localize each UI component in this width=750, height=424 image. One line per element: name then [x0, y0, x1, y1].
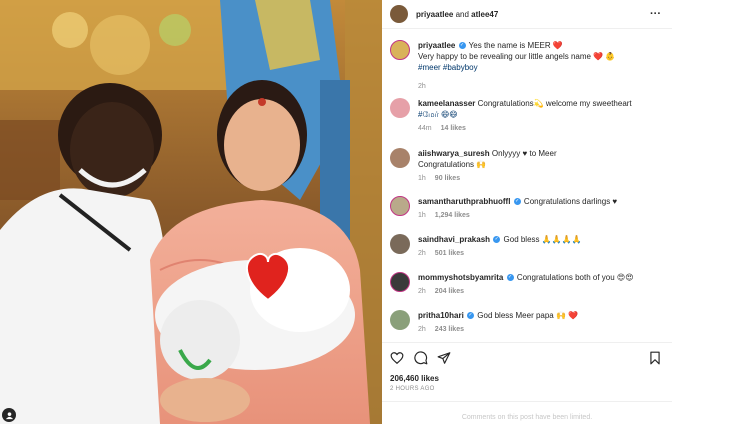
- comment-icon[interactable]: [414, 351, 428, 365]
- caption-username[interactable]: priyaatlee: [418, 41, 455, 50]
- like-count[interactable]: 206,460 likes: [390, 374, 439, 383]
- comment-text: God bless Meer papa 🙌 ❤️: [477, 311, 579, 320]
- comment-text: Congratulations darlings ♥: [523, 197, 618, 206]
- author-username[interactable]: priyaatlee: [416, 10, 453, 19]
- comment-time: 44m: [418, 125, 432, 132]
- verified-badge-icon: ✓: [467, 312, 475, 320]
- comment-likes[interactable]: 14 likes: [441, 125, 466, 132]
- caption-time: 2h: [418, 83, 426, 90]
- post-photo[interactable]: [0, 0, 382, 424]
- comment-item: mommyshotsbyamrita ✓ Congratulations bot…: [390, 272, 665, 297]
- comment-time: 1h: [418, 175, 426, 182]
- comment-likes[interactable]: 90 likes: [435, 175, 460, 182]
- verified-badge-icon: ✓: [458, 42, 466, 50]
- comment-username[interactable]: aiishwarya_suresh: [418, 149, 490, 158]
- comment-time: 2h: [418, 326, 426, 333]
- instagram-post-view: priyaatlee and atlee47 ··· priyaatlee ✓ …: [0, 0, 750, 424]
- post-details-panel: priyaatlee and atlee47 ··· priyaatlee ✓ …: [382, 0, 750, 424]
- comment-time: 2h: [418, 250, 426, 257]
- comment-item: aiishwarya_suresh Onlyyyy ♥ to Meer Cong…: [390, 148, 665, 184]
- caption-line2: Very happy to be revealing our little an…: [418, 52, 616, 61]
- heart-icon[interactable]: [390, 351, 404, 365]
- share-icon[interactable]: [437, 351, 451, 365]
- comment-text: Congratulations both of you 😍😍: [516, 273, 634, 282]
- post-header: priyaatlee and atlee47 ···: [382, 0, 672, 29]
- comment-text-extra: Congratulations 🙌: [418, 160, 487, 169]
- comment-text: Congratulations💫 welcome my sweetheart: [477, 99, 632, 108]
- comment-username[interactable]: mommyshotsbyamrita: [418, 273, 503, 282]
- coauthor-username[interactable]: atlee47: [471, 10, 498, 19]
- comment-text: God bless 🙏🙏🙏🙏: [503, 235, 582, 244]
- comment-time: 1h: [418, 212, 426, 219]
- authors-and: and: [453, 9, 472, 19]
- photo-illustration: [0, 0, 382, 424]
- comment-username[interactable]: kameelanasser: [418, 99, 475, 108]
- caption-hashtags[interactable]: #meer #babyboy: [418, 62, 665, 73]
- comment-likes[interactable]: 204 likes: [435, 288, 464, 295]
- comment-text: Onlyyyy ♥ to Meer: [491, 149, 557, 158]
- caption-line1: Yes the name is MEER ❤️: [468, 41, 563, 50]
- comment-item: samantharuthprabhuoffl ✓ Congratulations…: [390, 196, 665, 221]
- post-actions: [382, 342, 672, 372]
- comment-username[interactable]: samantharuthprabhuoffl: [418, 197, 510, 206]
- comment-time: 2h: [418, 288, 426, 295]
- ellipsis-icon[interactable]: ···: [650, 8, 661, 20]
- comment-username[interactable]: saindhavi_prakash: [418, 235, 490, 244]
- verified-badge-icon: ✓: [506, 274, 514, 282]
- bookmark-icon[interactable]: [648, 351, 662, 365]
- post-time: 2 HOURS AGO: [390, 386, 435, 392]
- comment-item: kameelanasser Congratulations💫 welcome m…: [390, 98, 665, 134]
- tagged-users-icon[interactable]: [2, 408, 16, 422]
- verified-badge-icon: ✓: [513, 198, 521, 206]
- commenter-avatar[interactable]: [390, 234, 410, 254]
- post-caption: priyaatlee ✓ Yes the name is MEER ❤️ Ver…: [390, 40, 665, 92]
- commenter-avatar[interactable]: [390, 310, 410, 330]
- verified-badge-icon: ✓: [493, 236, 501, 244]
- comment-likes[interactable]: 1,294 likes: [435, 212, 470, 219]
- commenter-avatar[interactable]: [390, 272, 410, 292]
- comment-username[interactable]: pritha10hari: [418, 311, 464, 320]
- author-avatar[interactable]: [390, 5, 408, 23]
- commenter-avatar[interactable]: [390, 98, 410, 118]
- comment-text-extra: #மேர் 😄😄: [418, 110, 458, 119]
- comment-likes[interactable]: 501 likes: [435, 250, 464, 257]
- caption-avatar[interactable]: [390, 40, 410, 60]
- commenter-avatar[interactable]: [390, 148, 410, 168]
- comment-likes[interactable]: 243 likes: [435, 326, 464, 333]
- commenter-avatar[interactable]: [390, 196, 410, 216]
- post-authors: priyaatlee and atlee47: [416, 10, 498, 19]
- comment-item: saindhavi_prakash ✓ God bless 🙏🙏🙏🙏 2h 501…: [390, 234, 665, 259]
- comment-item: pritha10hari ✓ God bless Meer papa 🙌 ❤️ …: [390, 310, 665, 335]
- comments-limited-notice: Comments on this post have been limited.: [382, 401, 672, 424]
